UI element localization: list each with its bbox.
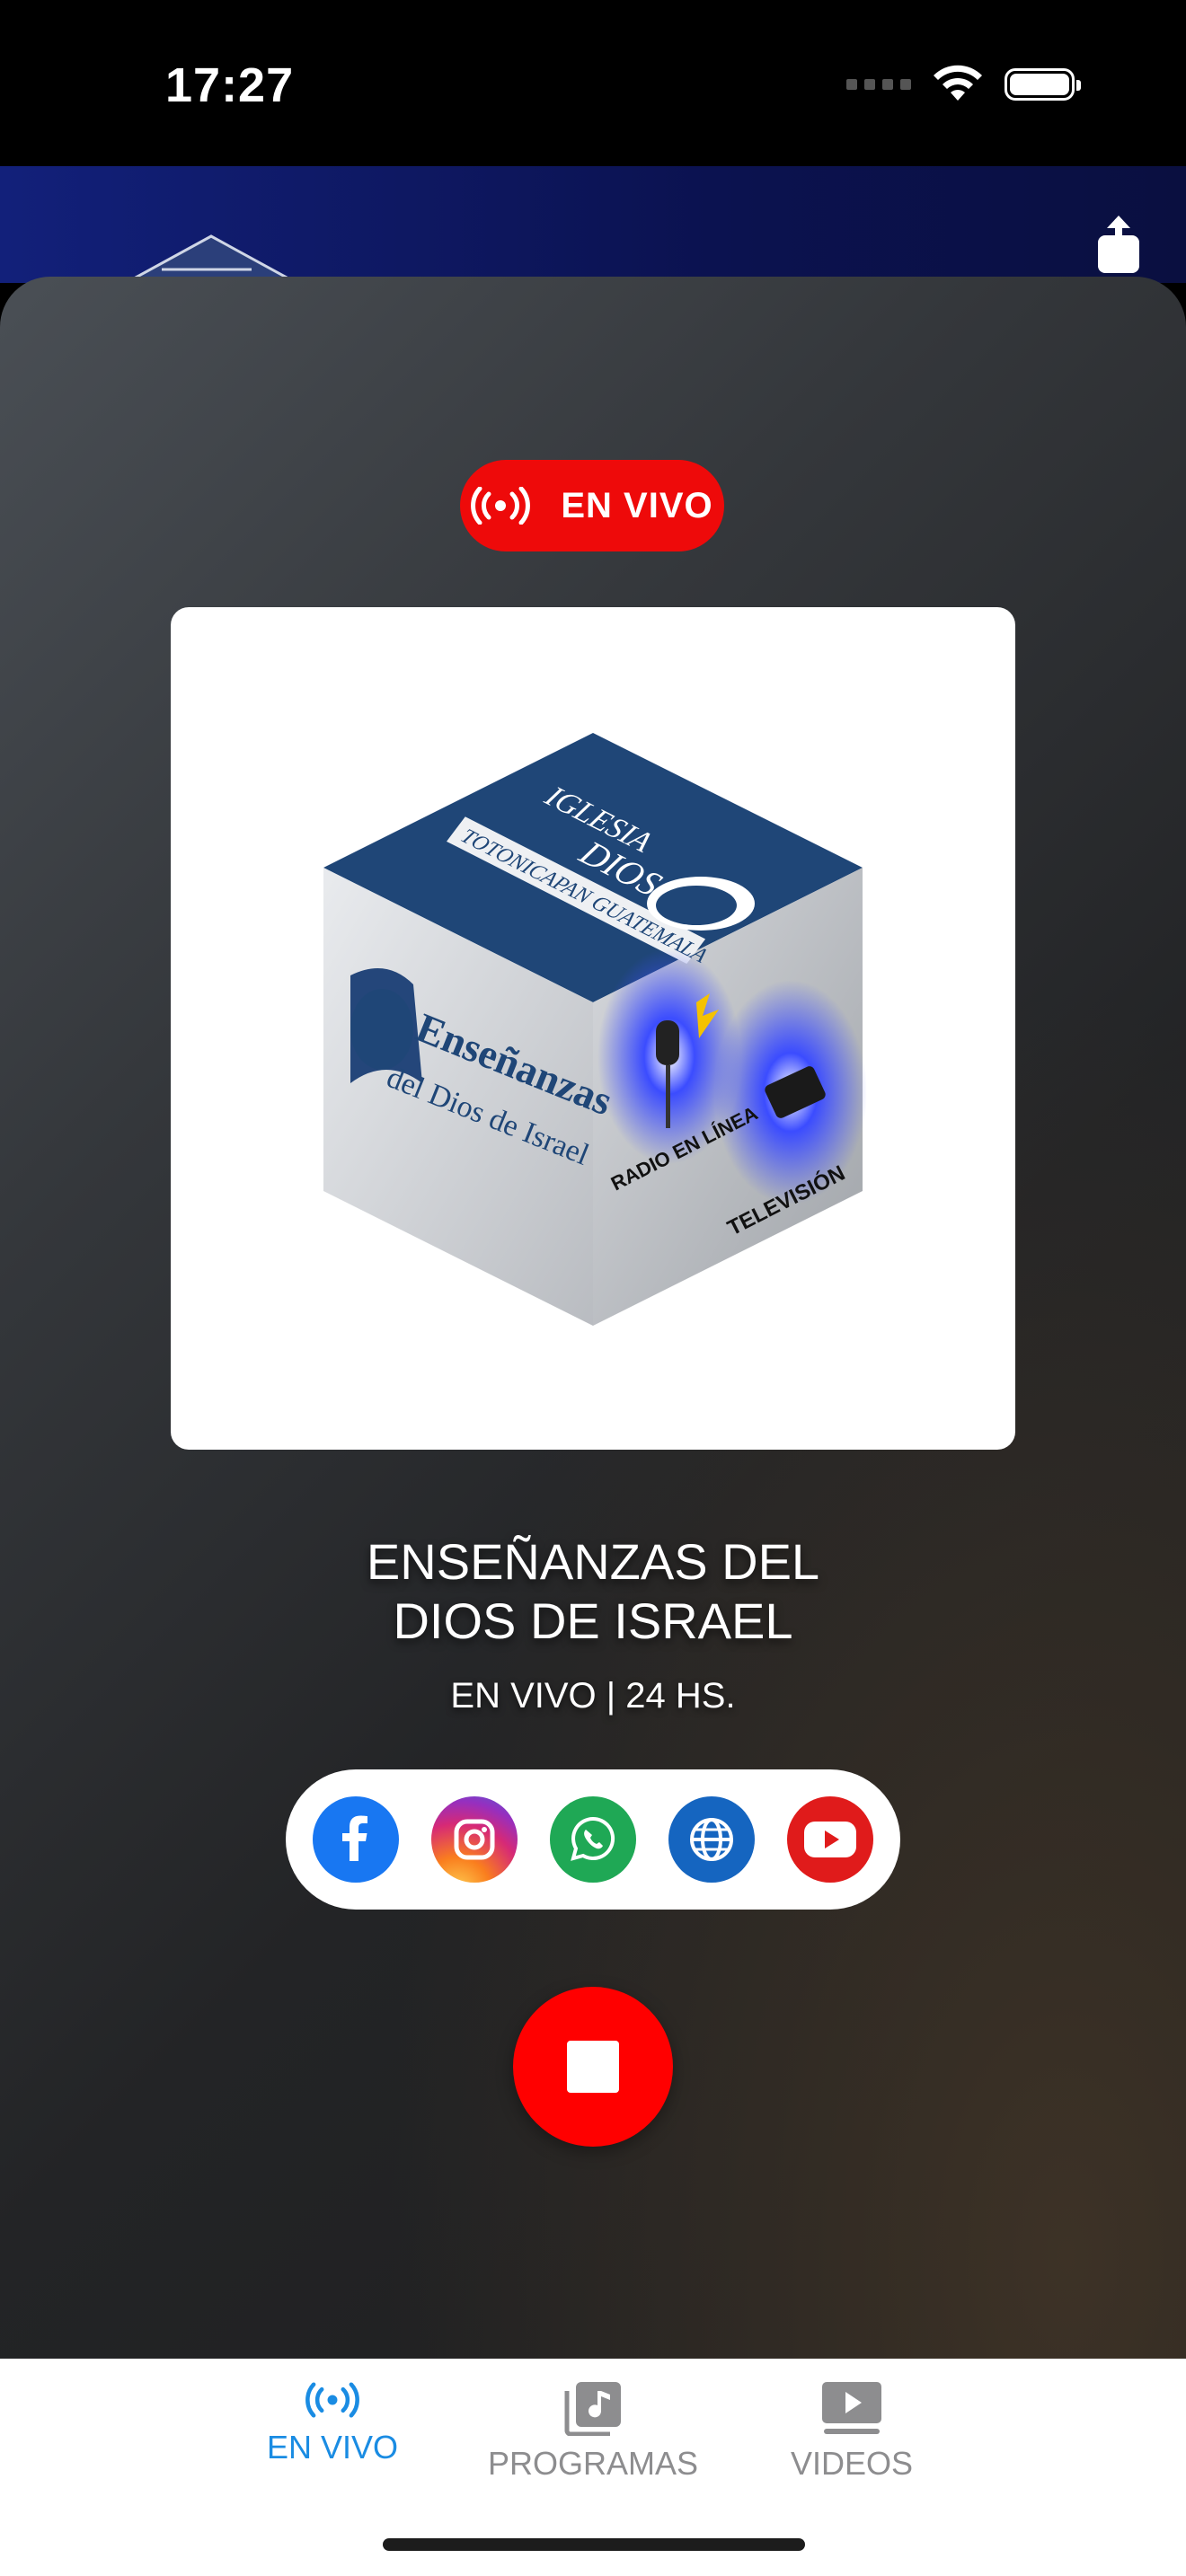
station-subtitle: EN VIVO | 24 HS. bbox=[450, 1676, 736, 1716]
youtube-icon[interactable] bbox=[787, 1796, 873, 1883]
stop-icon bbox=[567, 2041, 619, 2093]
station-title-line2: DIOS DE ISRAEL bbox=[393, 1592, 793, 1649]
battery-icon bbox=[1005, 68, 1081, 101]
tab-videos[interactable]: VIDEOS bbox=[735, 2380, 969, 2483]
tab-en-vivo[interactable]: EN VIVO bbox=[216, 2380, 449, 2466]
share-icon[interactable] bbox=[1096, 216, 1141, 275]
globe-icon[interactable] bbox=[668, 1796, 755, 1883]
header-logo-icon bbox=[126, 234, 296, 283]
live-badge: EN VIVO bbox=[460, 460, 724, 551]
stop-button[interactable] bbox=[513, 1987, 673, 2147]
status-icons bbox=[846, 65, 1081, 104]
home-indicator[interactable] bbox=[383, 2538, 805, 2551]
wifi-icon bbox=[934, 65, 982, 101]
broadcast-icon bbox=[305, 2382, 359, 2418]
tab-programas[interactable]: PROGRAMAS bbox=[476, 2380, 710, 2483]
station-artwork: IGLESIA DIOS TOTONICAPAN GUATEMALA Enseñ… bbox=[171, 607, 1015, 1450]
live-badge-label: EN VIVO bbox=[561, 485, 713, 525]
tab-en-vivo-label: EN VIVO bbox=[266, 2429, 399, 2466]
social-links bbox=[286, 1769, 900, 1910]
station-title-line1: ENSEÑANZAS DEL bbox=[366, 1533, 820, 1590]
signal-icon bbox=[846, 79, 911, 90]
station-title: ENSEÑANZAS DEL DIOS DE ISRAEL bbox=[0, 1532, 1186, 1651]
instagram-icon[interactable] bbox=[431, 1796, 518, 1883]
music-library-icon bbox=[564, 2382, 621, 2436]
status-bar: 17:27 bbox=[0, 0, 1186, 166]
whatsapp-icon[interactable] bbox=[550, 1796, 636, 1883]
broadcast-icon bbox=[471, 487, 531, 525]
facebook-icon[interactable] bbox=[313, 1796, 399, 1883]
app-header-background bbox=[0, 166, 1186, 283]
tab-videos-label: VIDEOS bbox=[790, 2445, 914, 2482]
cube-logo-icon: IGLESIA DIOS TOTONICAPAN GUATEMALA Enseñ… bbox=[323, 733, 867, 1326]
status-time: 17:27 bbox=[165, 58, 295, 112]
play-video-icon bbox=[822, 2382, 881, 2434]
tab-programas-label: PROGRAMAS bbox=[487, 2445, 699, 2482]
